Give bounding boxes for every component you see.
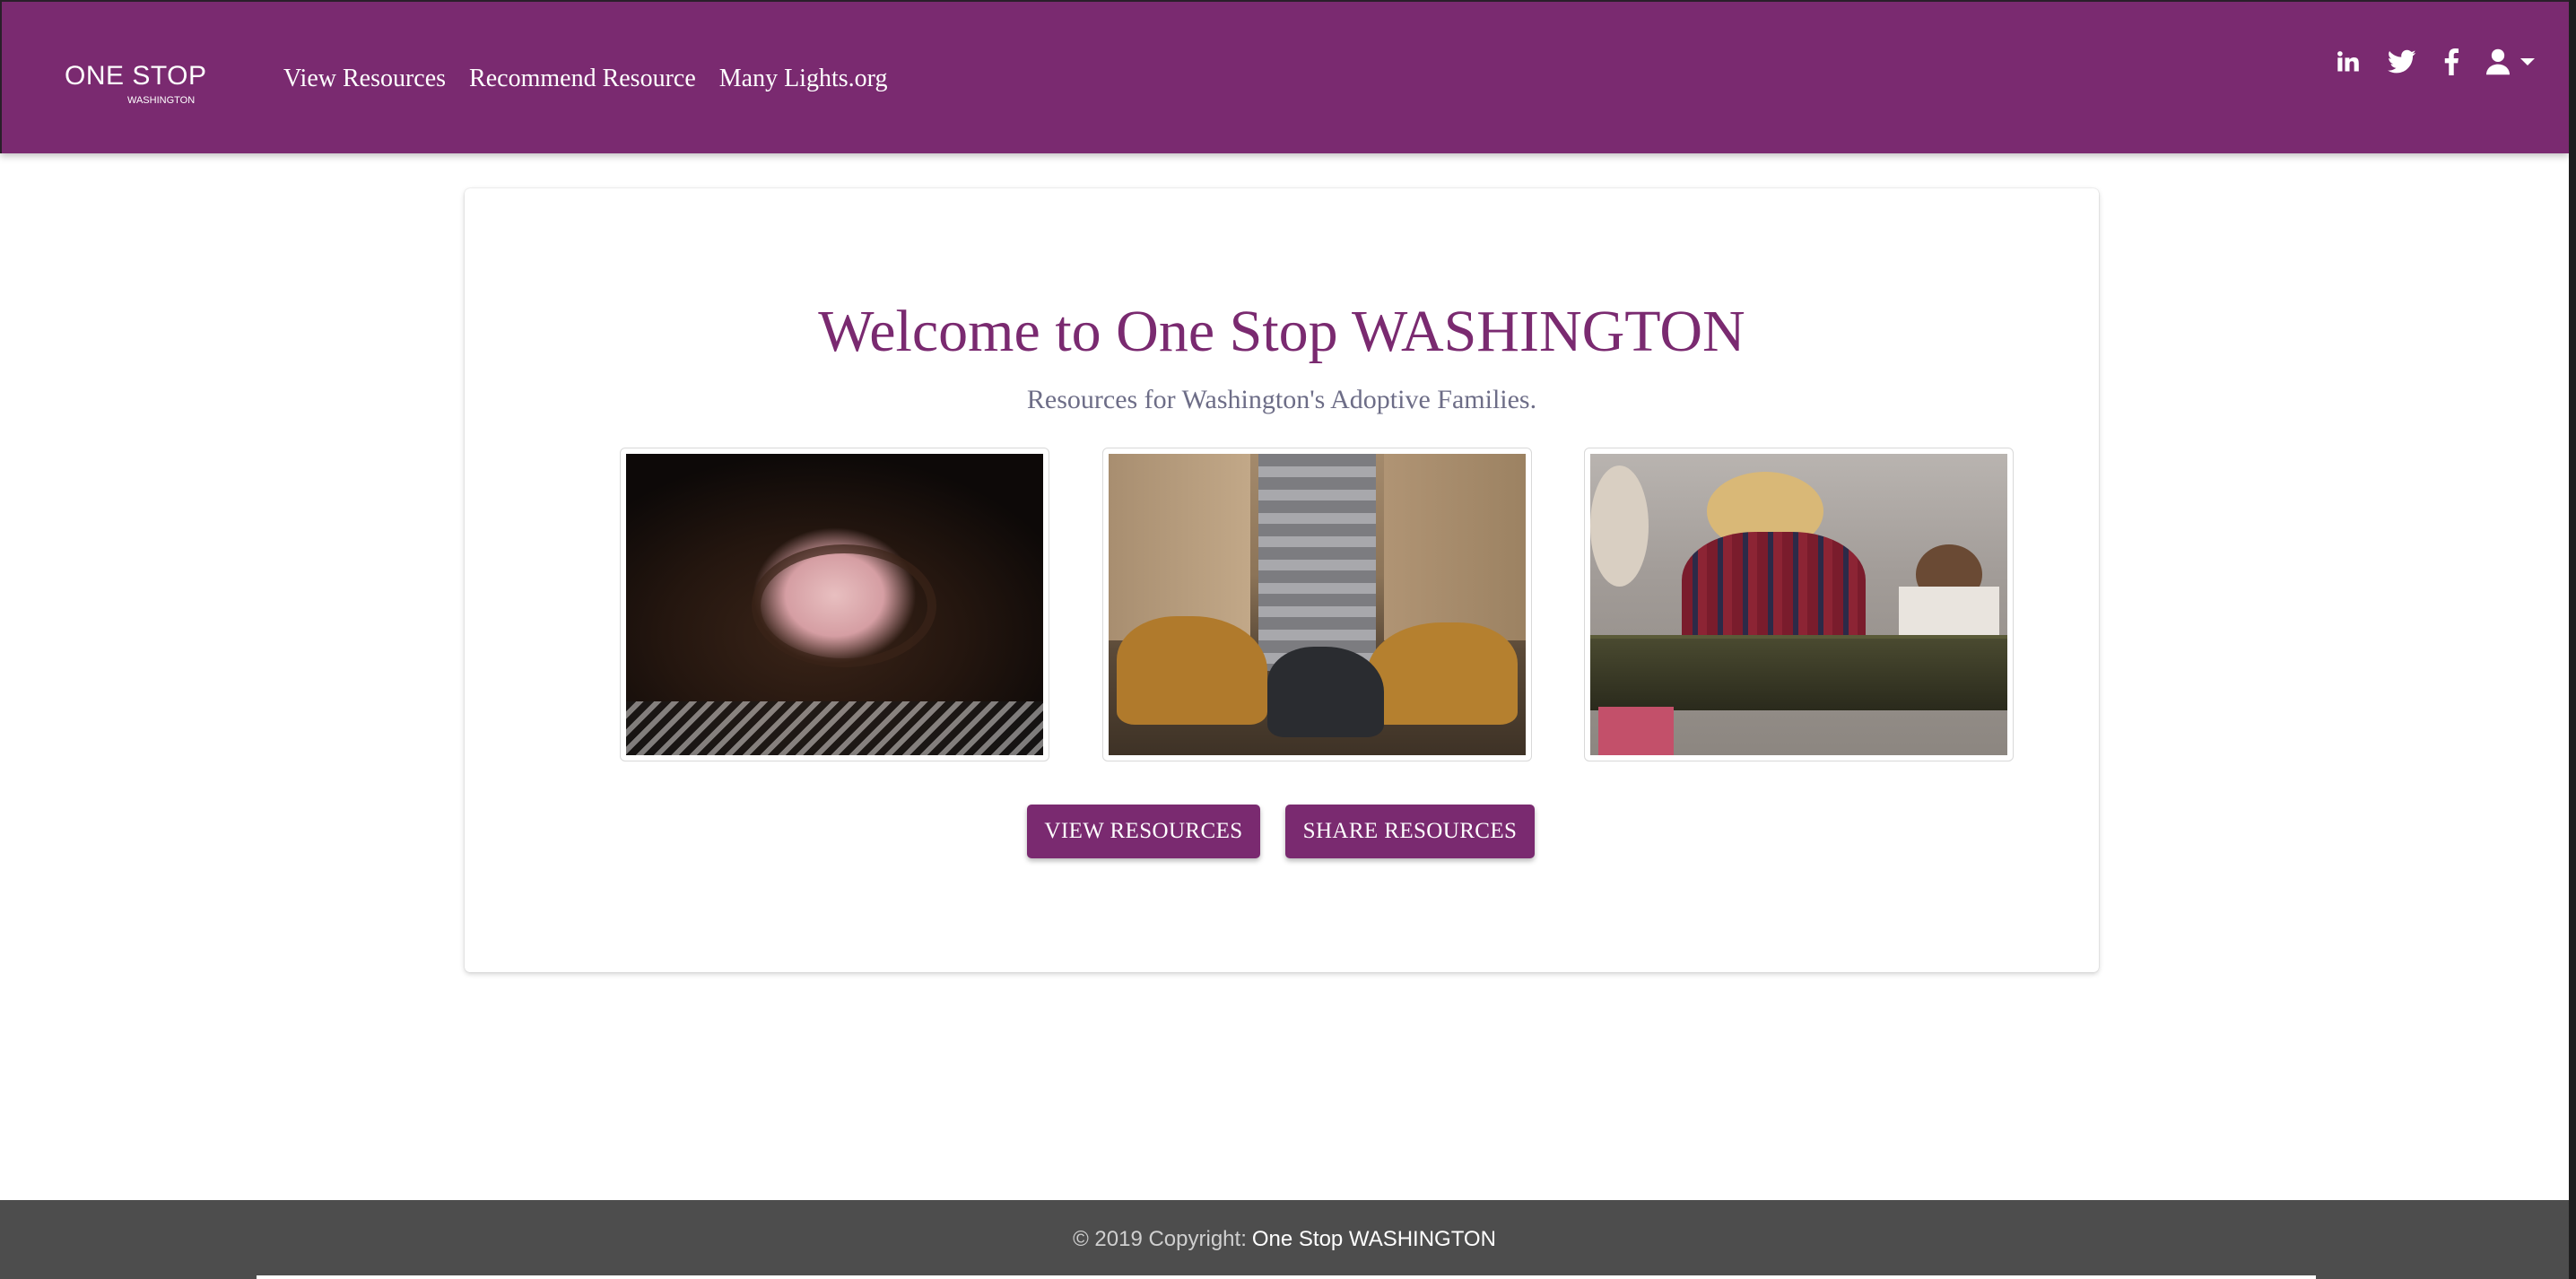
linkedin-icon[interactable] [2336,49,2361,74]
footer-site-link[interactable]: One Stop WASHINGTON [1252,1227,1496,1252]
nav-links: View Resources Recommend Resource Many L… [283,63,910,95]
facebook-icon[interactable] [2443,48,2459,75]
photo-family-bench [1584,448,2014,761]
scroll-edge [257,1275,2316,1279]
photo-hands-baby-feet [620,448,1049,761]
share-resources-button[interactable]: SHARE RESOURCES [1285,805,1535,858]
brand-name: ONE STOP [65,61,207,91]
photo-boots [1102,448,1532,761]
nav-many-lights[interactable]: Many Lights.org [719,63,888,95]
twitter-icon[interactable] [2388,49,2416,74]
social-links [2309,48,2535,75]
user-icon [2486,48,2510,75]
window-edge [2569,0,2576,1279]
brand-logo[interactable]: ONE STOP WASHINGTON [65,61,207,107]
footer-copyright: © 2019 Copyright: [1073,1227,1247,1251]
footer: © 2019 Copyright: One Stop WASHINGTON [0,1200,2569,1279]
hero-card: Welcome to One Stop WASHINGTON Resources… [465,188,2099,972]
user-menu[interactable] [2486,48,2535,75]
brand-subtitle: WASHINGTON [127,95,196,106]
caret-down-icon [2520,58,2535,65]
page-subtitle: Resources for Washington's Adoptive Fami… [1026,385,1537,414]
view-resources-button[interactable]: VIEW RESOURCES [1027,805,1260,858]
nav-recommend-resource[interactable]: Recommend Resource [469,63,696,95]
page-title: Welcome to One Stop WASHINGTON [818,299,1745,364]
top-navbar: ONE STOP WASHINGTON View Resources Recom… [0,0,2569,153]
nav-view-resources[interactable]: View Resources [283,63,446,95]
